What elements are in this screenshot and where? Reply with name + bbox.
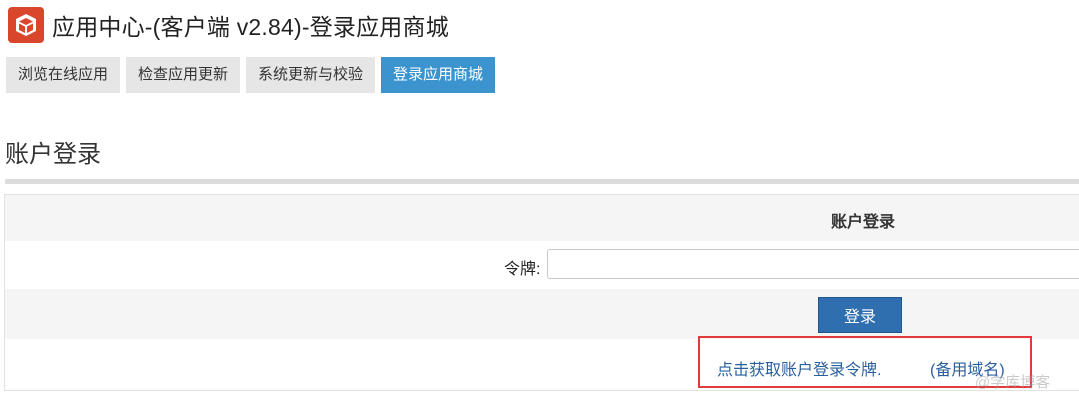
token-link-row: 点击获取账户登录令牌. (备用域名): [5, 336, 1079, 390]
get-token-link[interactable]: 点击获取账户登录令牌.: [717, 356, 881, 380]
watermark: @学库博客: [975, 374, 1051, 391]
token-label: 令牌:: [504, 261, 541, 278]
tab-browse-online-apps[interactable]: 浏览在线应用: [6, 57, 121, 93]
table-header: 账户登录: [831, 214, 896, 231]
section-divider: [5, 179, 1079, 184]
page: 应用中心-(客户端 v2.84)-登录应用商城 浏览在线应用 检查应用更新 系统…: [0, 0, 1079, 404]
token-row: 令牌:: [5, 241, 1079, 289]
tab-check-app-updates[interactable]: 检查应用更新: [126, 57, 241, 93]
tab-system-update[interactable]: 系统更新与校验: [246, 57, 376, 93]
login-table: 账户登录 令牌: 登录 点击获取账户登录令牌. (备用域名): [4, 194, 1079, 391]
token-input[interactable]: [547, 249, 1079, 279]
app-box-icon: [8, 7, 44, 43]
submit-row: 登录: [5, 289, 1079, 339]
section-title: 账户登录: [5, 141, 101, 168]
tab-login-store[interactable]: 登录应用商城: [381, 57, 496, 93]
app-header: 应用中心-(客户端 v2.84)-登录应用商城: [8, 6, 449, 44]
nav-tabs: 浏览在线应用 检查应用更新 系统更新与校验 登录应用商城: [6, 57, 496, 93]
table-header-row: 账户登录: [5, 195, 1079, 241]
page-title: 应用中心-(客户端 v2.84)-登录应用商城: [52, 14, 449, 40]
login-button[interactable]: 登录: [818, 297, 902, 333]
